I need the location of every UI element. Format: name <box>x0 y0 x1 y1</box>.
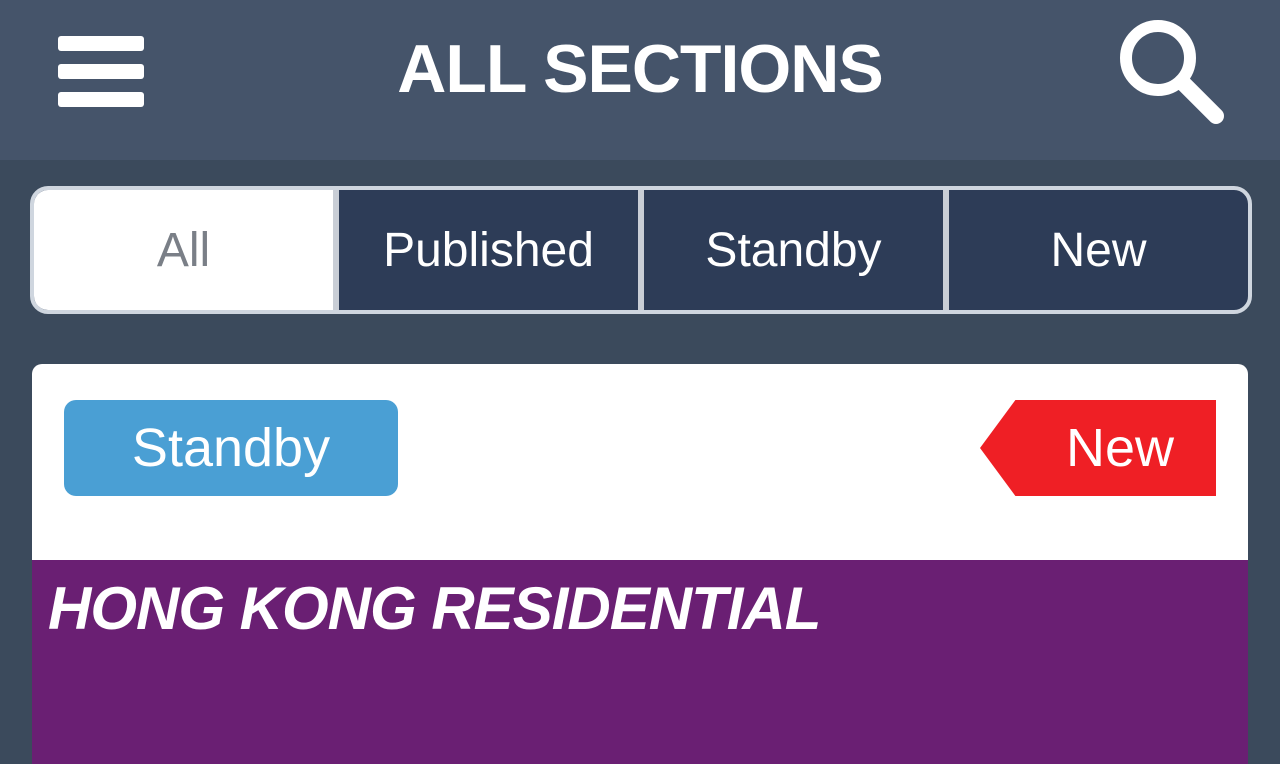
app-header: ALL SECTIONS <box>0 0 1280 160</box>
page-title: ALL SECTIONS <box>397 31 883 107</box>
tab-standby[interactable]: Standby <box>638 190 943 310</box>
new-tag: New <box>980 400 1216 496</box>
section-card[interactable]: Standby New HONG KONG RESIDENTIAL <box>32 364 1248 764</box>
tab-all[interactable]: All <box>34 190 333 310</box>
search-icon[interactable] <box>1112 12 1228 128</box>
filter-segmented-control: All Published Standby New <box>30 186 1252 314</box>
tab-published[interactable]: Published <box>333 190 638 310</box>
status-badge: Standby <box>64 400 398 496</box>
section-band: HONG KONG RESIDENTIAL <box>32 560 1248 764</box>
tab-new[interactable]: New <box>943 190 1248 310</box>
section-title: HONG KONG RESIDENTIAL <box>48 575 821 642</box>
